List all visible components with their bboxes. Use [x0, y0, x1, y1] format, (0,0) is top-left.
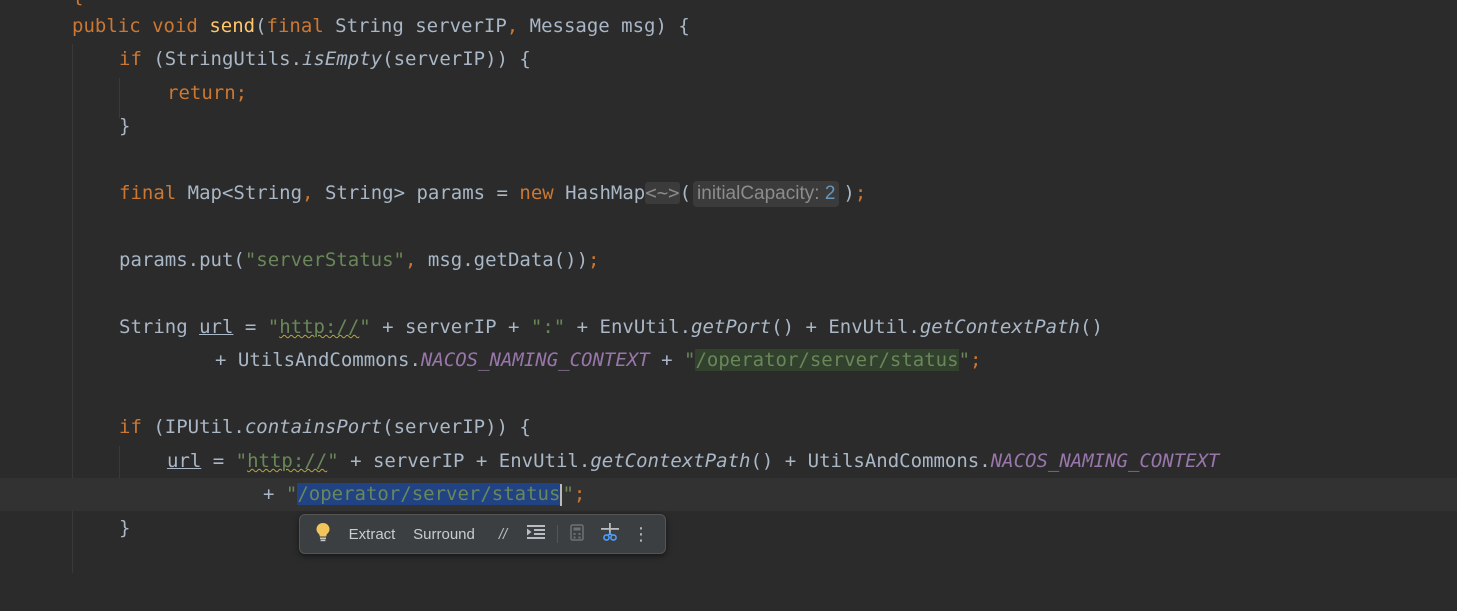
static-method: isEmpty — [302, 48, 383, 70]
keyword: public — [72, 15, 141, 37]
string-literal-highlighted: /operator/server/status — [695, 349, 959, 371]
calculator-icon — [570, 523, 584, 545]
reformat-icon — [527, 524, 545, 544]
calculator-button[interactable] — [566, 515, 588, 553]
code-line[interactable]: + UtilsAndCommons.NACOS_NAMING_CONTEXT +… — [0, 344, 1457, 377]
keyword: return — [167, 82, 236, 104]
keyword: final — [266, 15, 324, 37]
cut-icon — [600, 522, 620, 546]
code-line-method-signature[interactable]: public void send(final String serverIP, … — [0, 10, 1457, 43]
string-literal: http:// — [247, 450, 328, 472]
code-line[interactable]: } — [0, 110, 1457, 143]
selected-text[interactable]: /operator/server/status — [297, 483, 561, 505]
code-line[interactable]: return; — [0, 77, 1457, 110]
more-options-icon[interactable]: ⋮ — [630, 515, 652, 553]
code-line-current[interactable]: + "/operator/server/status "; — [0, 478, 1457, 511]
surround-button[interactable]: Surround — [406, 515, 482, 553]
reformat-button[interactable] — [524, 515, 548, 553]
string-literal: http:// — [279, 316, 360, 338]
code-line[interactable]: if (StringUtils.isEmpty(serverIP)) { — [0, 43, 1457, 76]
floating-code-toolbar: Extract Surround // ⋮ — [299, 514, 666, 554]
code-line[interactable]: if (IPUtil.containsPort(serverIP)) { — [0, 411, 1457, 444]
keyword: if — [119, 48, 142, 70]
code-line[interactable]: String url = "http://" + serverIP + ":" … — [0, 311, 1457, 344]
keyword: void — [152, 15, 198, 37]
cut-button[interactable] — [598, 515, 622, 553]
string-literal: ":" — [530, 316, 566, 338]
constant: NACOS_NAMING_CONTEXT — [420, 349, 650, 371]
separator — [557, 525, 558, 543]
variable-url: url — [199, 316, 234, 338]
variable-url: url — [167, 450, 202, 472]
code-line[interactable]: params.put("serverStatus", msg.getData()… — [0, 244, 1457, 277]
constant: NACOS_NAMING_CONTEXT — [990, 450, 1220, 472]
code-editor[interactable]: { public void send(final String serverIP… — [0, 0, 1457, 573]
extract-button[interactable]: Extract — [340, 515, 404, 553]
intention-actions-button[interactable] — [312, 515, 334, 553]
lightbulb-icon — [315, 522, 331, 546]
method-name: send — [209, 15, 256, 37]
code-line[interactable]: url = "http://" + serverIP + EnvUtil.get… — [0, 445, 1457, 478]
code-line[interactable]: final Map<String, String> params = new H… — [0, 177, 1457, 210]
parameter-hint: initialCapacity: 2 — [693, 181, 840, 207]
string-literal: "serverStatus" — [244, 249, 405, 271]
code-line[interactable]: } — [0, 512, 1457, 545]
diamond-fold[interactable]: <~> — [645, 182, 680, 204]
comment-icon[interactable]: // — [490, 515, 516, 553]
